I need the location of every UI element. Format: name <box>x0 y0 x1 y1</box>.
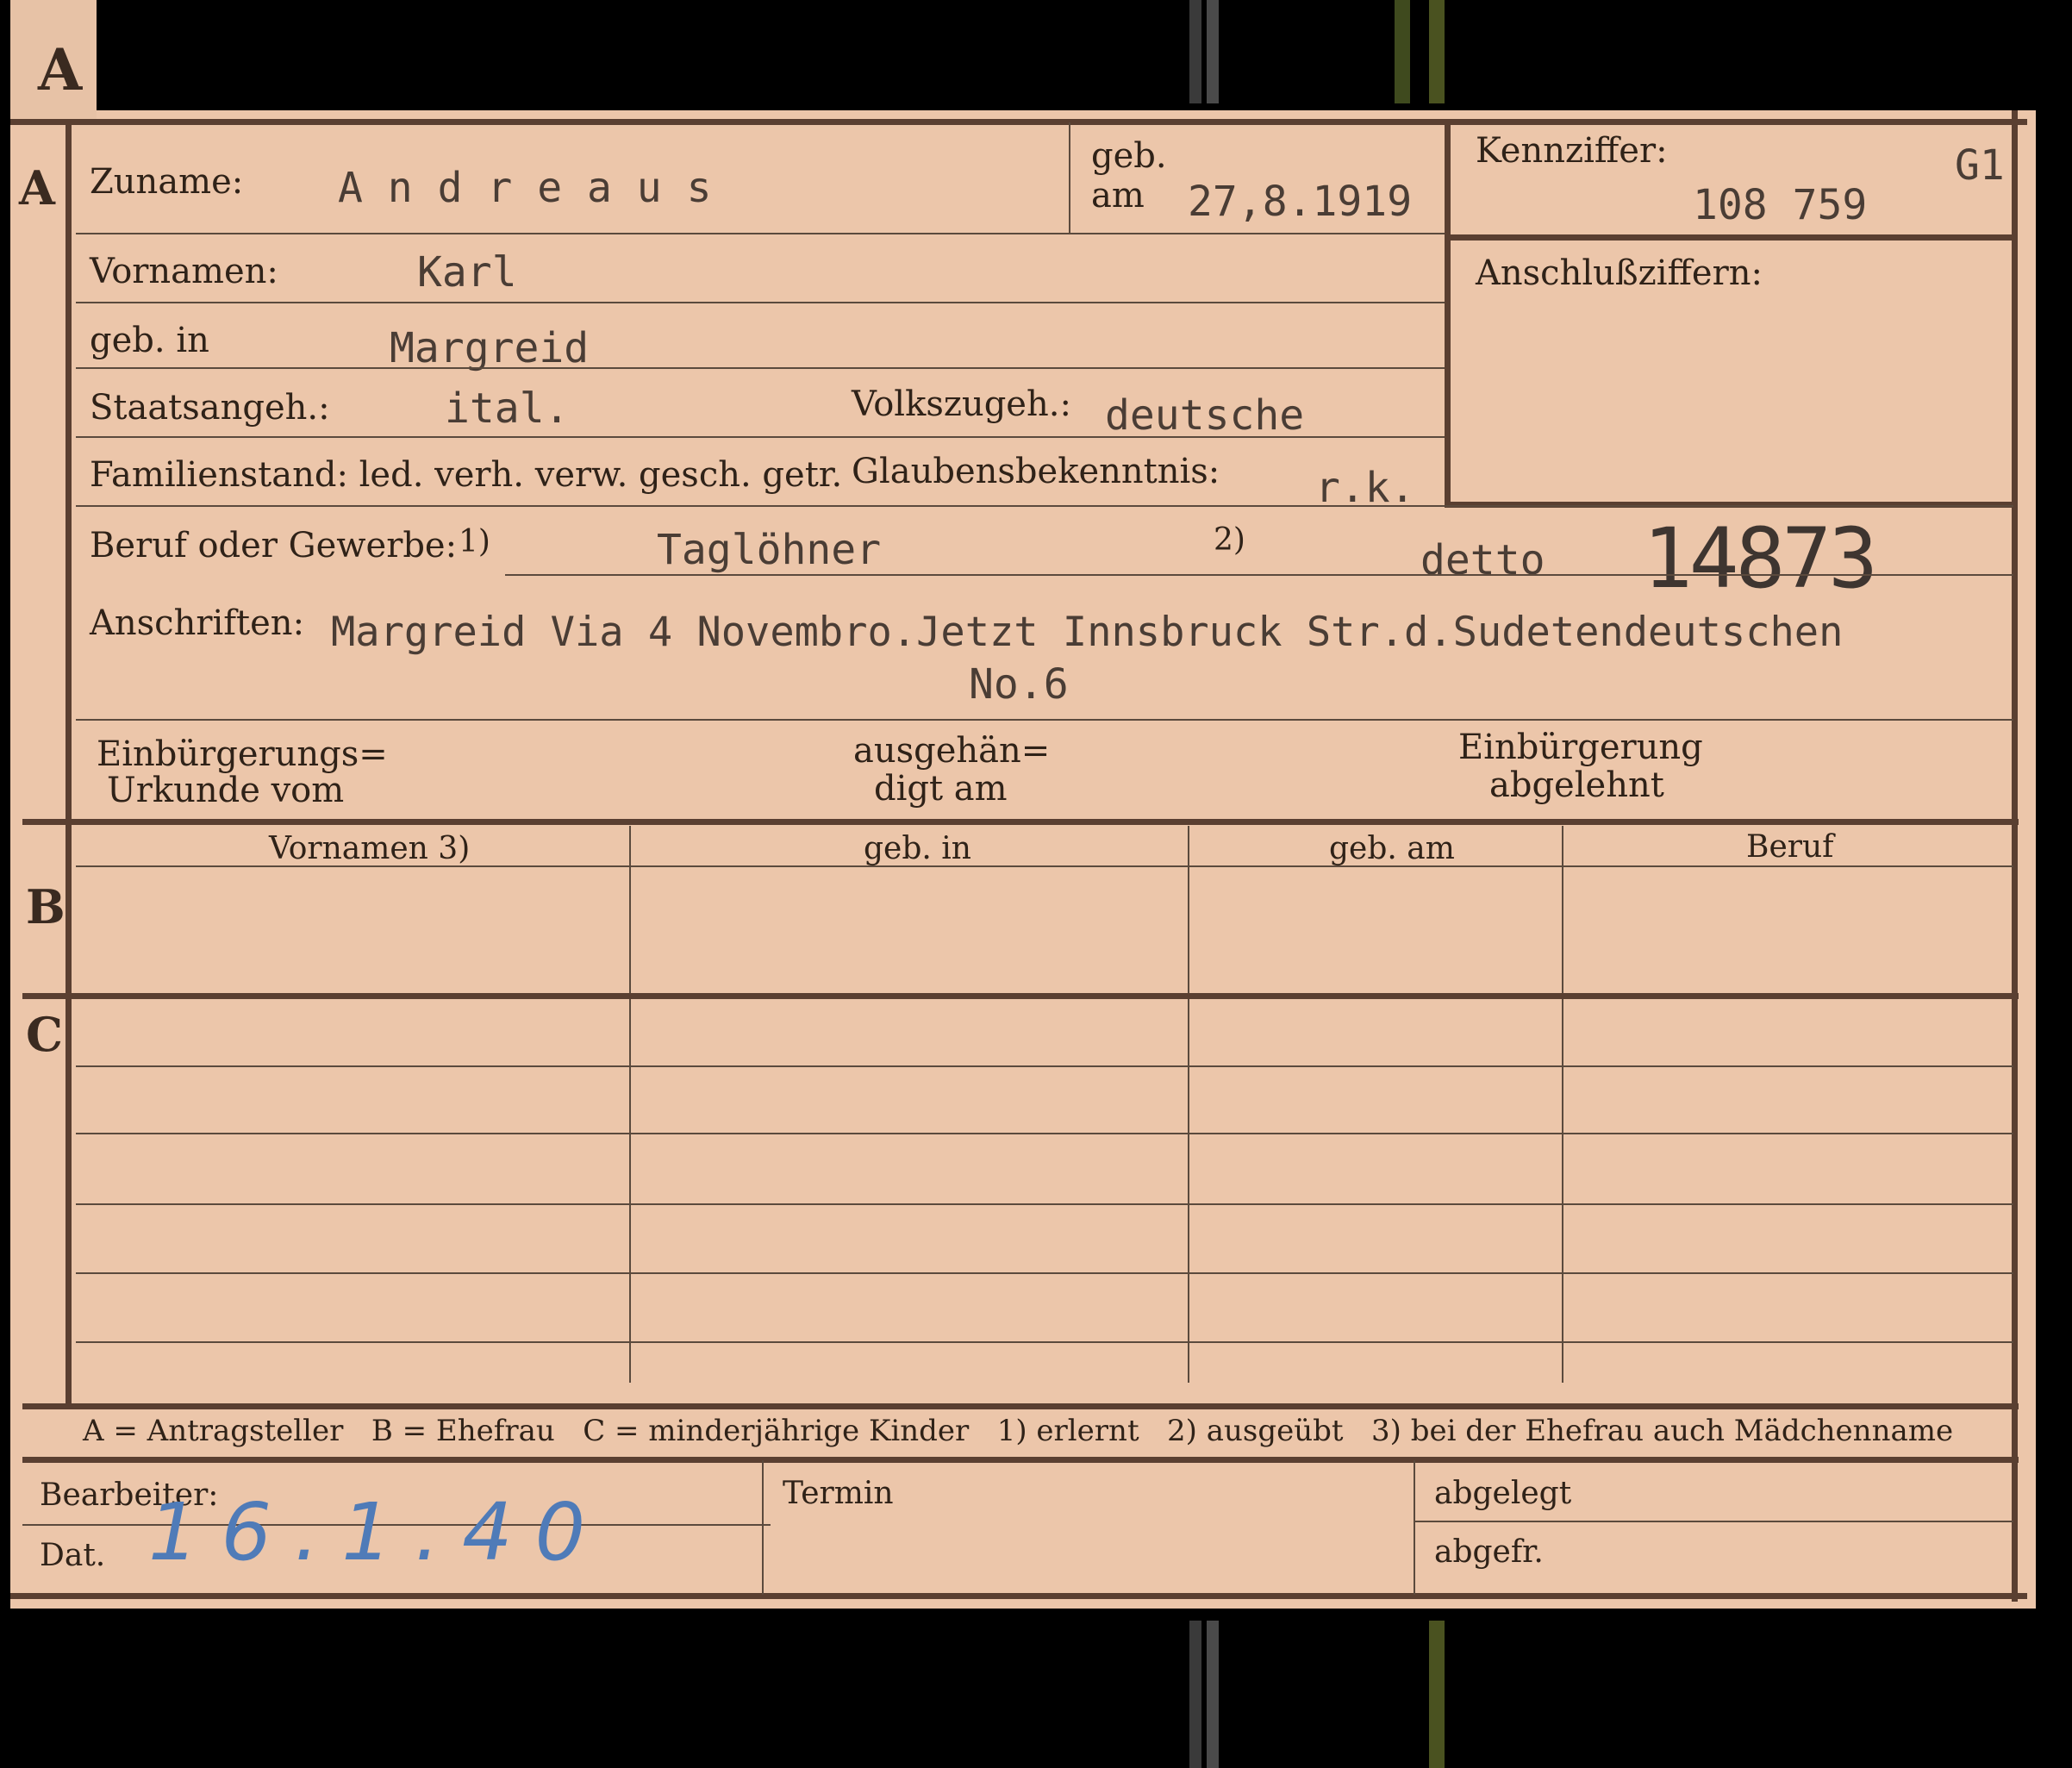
section-b-letter: B <box>26 879 66 934</box>
beruf-value-2: detto <box>1420 536 1545 584</box>
col-header-vornamen: Vornamen 3) <box>269 831 471 866</box>
row-line <box>76 302 1445 303</box>
geb-am-divider <box>1069 122 1070 233</box>
col-header-beruf: Beruf <box>1746 829 1834 865</box>
table-row-line <box>76 1272 2013 1274</box>
table-row-line <box>76 1341 2013 1343</box>
abgelehnt-label-1: Einbürgerung <box>1458 728 1703 767</box>
section-b-top <box>22 819 2019 825</box>
beruf-label: Beruf oder Gewerbe: <box>90 526 458 565</box>
registration-card: A A Zuname: A n d r e a u s geb. am 27,8… <box>10 0 2036 1609</box>
familienstand-label: Familienstand: led. verh. verw. gesch. g… <box>90 455 843 495</box>
kennziffer-box-left <box>1445 119 1451 507</box>
anschluss-label: Anschlußziffern: <box>1476 253 1763 293</box>
col-divider <box>1188 826 1189 1383</box>
footer-divider <box>1414 1460 1415 1595</box>
geb-in-value: Margreid <box>390 324 590 372</box>
section-c-letter: C <box>26 1007 63 1062</box>
row-line <box>76 367 1445 369</box>
termin-label: Termin <box>783 1476 894 1511</box>
row-line <box>76 719 2013 721</box>
vornamen-label: Vornamen: <box>90 252 278 291</box>
header-line <box>76 865 2013 867</box>
row-line <box>76 233 1445 234</box>
frame-left-inner <box>66 119 72 1403</box>
row-line <box>76 436 1445 438</box>
staatsangeh-label: Staatsangeh.: <box>90 388 330 428</box>
beruf-note-1: 1) <box>459 524 490 559</box>
zuname-value: A n d r e a u s <box>338 164 712 212</box>
col-header-geb-in: geb. in <box>864 831 971 866</box>
frame-top <box>10 119 2027 125</box>
frame-bottom <box>10 1593 2027 1599</box>
frame-right <box>2012 110 2018 1602</box>
anschriften-label: Anschriften: <box>90 603 305 643</box>
ausgehaen-label-2: digt am <box>874 769 1008 809</box>
geb-am-value: 27,8.1919 <box>1188 178 1413 226</box>
anschriften-line-1: Margreid Via 4 Novembro.Jetzt Innsbruck … <box>331 609 1844 656</box>
section-a-letter: A <box>19 160 55 216</box>
kennziffer-value: 108 759 <box>1693 181 1868 229</box>
scanner-stripe <box>1395 0 1410 103</box>
beruf-value: Taglöhner <box>657 526 882 574</box>
dat-label: Dat. <box>40 1538 106 1573</box>
table-row-line <box>76 1133 2013 1134</box>
col-divider <box>629 826 631 1383</box>
vornamen-value: Karl <box>417 248 517 297</box>
volkszugeh-value: deutsche <box>1105 391 1305 440</box>
scanner-stripe <box>1189 0 1201 103</box>
legend-text: A = Antragsteller B = Ehefrau C = minder… <box>83 1414 1954 1448</box>
col-header-geb-am: geb. am <box>1329 831 1455 866</box>
stamp-number: 14873 <box>1643 510 1878 607</box>
scanner-stripe <box>1429 0 1445 103</box>
scanner-stripe <box>1207 1621 1219 1768</box>
legend-top <box>22 1403 2019 1409</box>
dat-value: 16.1.40 <box>148 1486 608 1578</box>
geb-am-label-1: geb. <box>1091 136 1167 176</box>
zuname-label: Zuname: <box>90 162 244 202</box>
scanner-stripe <box>1189 1621 1201 1768</box>
section-c-top <box>22 993 2019 999</box>
tab-letter: A <box>38 36 83 103</box>
legend-bottom <box>22 1457 2019 1463</box>
ausgehaen-label-1: ausgehän= <box>853 731 1051 771</box>
table-row-line <box>76 1203 2013 1205</box>
col-divider <box>1562 826 1563 1383</box>
kennziffer-code: G1 <box>1955 141 2005 190</box>
footer-divider <box>762 1460 764 1595</box>
geb-in-label: geb. in <box>90 321 209 360</box>
abgelehnt-label-2: abgelehnt <box>1489 765 1664 805</box>
scanner-stripe <box>1207 0 1219 103</box>
glaubens-label: Glaubensbekenntnis: <box>852 452 1220 491</box>
card-tab: A <box>10 0 97 122</box>
kennziffer-box-divider <box>1445 234 2013 241</box>
volkszugeh-label: Volkszugeh.: <box>852 384 1071 424</box>
anschriften-line-2: No.6 <box>969 660 1069 709</box>
staatsangeh-value: ital. <box>445 384 570 433</box>
footer-line <box>1414 1521 2013 1522</box>
beruf-note-2: 2) <box>1214 522 1245 558</box>
table-row-line <box>76 1065 2013 1067</box>
abgefr-label: abgefr. <box>1434 1534 1544 1570</box>
einbuerg-label-1: Einbürgerungs= <box>97 734 388 774</box>
einbuerg-label-2: Urkunde vom <box>107 771 345 810</box>
kennziffer-label: Kennziffer: <box>1476 131 1668 171</box>
scanner-stripe <box>1429 1621 1445 1768</box>
beruf-line <box>505 574 2013 576</box>
row-line <box>76 505 2013 507</box>
abgelegt-label: abgelegt <box>1434 1476 1572 1511</box>
geb-am-label-2: am <box>1091 176 1145 216</box>
